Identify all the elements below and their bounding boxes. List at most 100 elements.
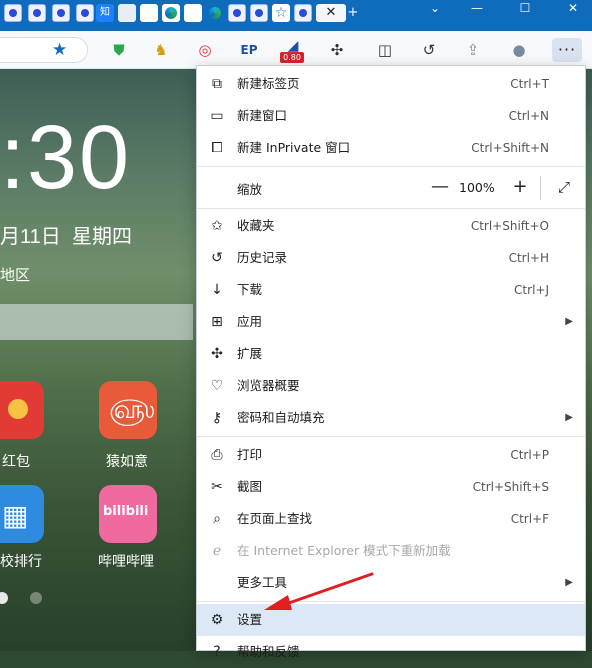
menu-item-favorites[interactable]: ✩ 收藏夹 Ctrl+Shift+O [197, 210, 585, 242]
help-icon: ? [213, 644, 221, 660]
address-bar[interactable]: ★ [0, 37, 88, 63]
profile-avatar[interactable]: ● [506, 38, 532, 62]
history-icon[interactable]: ↺ [416, 38, 442, 62]
swirl-icon: ௵ [109, 395, 155, 425]
app-label-hongbao[interactable]: 红包 [2, 451, 30, 471]
share-icon[interactable]: ⇪ [460, 38, 486, 62]
menu-item-downloads[interactable]: ↓ 下载 Ctrl+J [197, 274, 585, 306]
menu-item-find[interactable]: ⌕ 在页面上查找 Ctrl+F [197, 503, 585, 535]
tab-baidu-1[interactable] [4, 4, 22, 22]
settings-and-more-button[interactable]: ··· [552, 38, 582, 62]
menu-label: 新建窗口 [237, 108, 288, 123]
tab-search-chevron-icon[interactable]: ⌄ [418, 2, 452, 16]
weather-region[interactable]: 地区 [0, 264, 30, 285]
extension-bird-icon[interactable]: ♞ [148, 38, 174, 62]
menu-divider [197, 208, 585, 209]
find-on-page-icon: ⌕ [213, 511, 221, 527]
menu-shortcut: Ctrl+Shift+O [470, 219, 549, 233]
tab-close-icon[interactable]: ✕ [322, 4, 340, 22]
annotation-arrow-icon [264, 572, 374, 610]
menu-item-passwords[interactable]: ⚷ 密码和自动填充 ▶ [197, 402, 585, 434]
zoom-divider [540, 176, 541, 200]
menu-shortcut: Ctrl+P [510, 448, 549, 462]
printer-icon: ⎙ [211, 447, 223, 463]
submenu-arrow-icon: ▶ [565, 412, 573, 423]
clock-weekday: 星期四 [72, 226, 132, 248]
zoom-in-button[interactable]: + [509, 176, 531, 198]
new-tab-search-bar[interactable] [0, 304, 193, 340]
shield-extension-icon[interactable]: ⛊ [106, 38, 132, 62]
app-label-school-rank[interactable]: 校排行 [0, 551, 42, 571]
tab-edge-2[interactable] [206, 4, 224, 22]
settings-and-more-menu: ⧉ 新建标签页 Ctrl+T ▭ 新建窗口 Ctrl+N ⧠ 新建 InPriv… [196, 65, 586, 660]
tab-baidu-2[interactable] [28, 4, 46, 22]
new-tab-icon: ⧉ [212, 76, 222, 92]
bilibili-logo: bilibili [103, 504, 149, 519]
menu-label: 在 Internet Explorer 模式下重新加载 [237, 543, 451, 558]
app-yuanruyi-icon[interactable]: ௵ [99, 381, 157, 439]
menu-item-settings[interactable]: ⚙ 设置 [197, 604, 585, 636]
menu-shortcut: Ctrl+J [514, 283, 549, 297]
close-window-button[interactable]: ✕ [556, 2, 590, 16]
tab-baidu-4[interactable] [76, 4, 94, 22]
tab-edge-1[interactable] [162, 4, 180, 22]
school-building-icon: ▦ [2, 499, 29, 532]
tab-baidu-7[interactable] [294, 4, 312, 22]
internet-explorer-icon: ℯ [212, 543, 222, 559]
split-screen-icon[interactable]: ◫ [372, 38, 398, 62]
menu-item-extensions[interactable]: ✣ 扩展 [197, 338, 585, 370]
clock-time: :30 [0, 108, 132, 208]
zoom-label: 缩放 [237, 182, 263, 197]
maximize-button[interactable]: ☐ [508, 2, 542, 16]
menu-label: 截图 [237, 479, 263, 494]
tab-baidu-3[interactable] [52, 4, 70, 22]
app-hongbao-icon[interactable] [0, 381, 44, 439]
zoom-out-button[interactable]: — [429, 176, 451, 198]
menu-divider [197, 166, 585, 167]
menu-item-apps[interactable]: ⊞ 应用 ▶ [197, 306, 585, 338]
menu-item-more-tools[interactable]: 更多工具 ▶ [197, 567, 585, 599]
tab-blank-2[interactable] [184, 4, 202, 22]
menu-item-new-tab[interactable]: ⧉ 新建标签页 Ctrl+T [197, 68, 585, 100]
menu-label: 在页面上查找 [237, 511, 313, 526]
page-dot[interactable] [30, 592, 42, 604]
tab-baidu-5[interactable] [228, 4, 246, 22]
apps-icon: ⊞ [211, 314, 223, 330]
app-label-bilibili[interactable]: 哔哩哔哩 [98, 551, 154, 571]
menu-label: 扩展 [237, 346, 263, 361]
menu-item-new-window[interactable]: ▭ 新建窗口 Ctrl+N [197, 100, 585, 132]
menu-item-browser-essentials[interactable]: ♡ 浏览器概要 [197, 370, 585, 402]
menu-label: 帮助和反馈 [237, 644, 300, 659]
inprivate-icon: ⧠ [211, 140, 223, 156]
minimize-button[interactable]: — [460, 2, 494, 16]
tab-zhihu[interactable]: 知 [96, 4, 114, 22]
tab-baidu-6[interactable] [250, 4, 268, 22]
target-extension-icon[interactable]: ◎ [192, 38, 218, 62]
menu-label: 收藏夹 [237, 218, 275, 233]
menu-label: 应用 [237, 314, 263, 329]
submenu-arrow-icon: ▶ [565, 577, 573, 588]
menu-item-zoom: 缩放 — 100% + ⤢ [197, 170, 585, 206]
favorites-icon: ✩ [211, 218, 223, 234]
fullscreen-icon[interactable]: ⤢ [553, 176, 575, 198]
tab-generic-1[interactable] [118, 4, 136, 22]
app-label-yuanruyi[interactable]: 猿如意 [106, 451, 148, 471]
app-school-rank-icon[interactable]: ▦ [0, 485, 44, 543]
menu-label: 新建 InPrivate 窗口 [237, 140, 351, 155]
tab-blank-1[interactable] [140, 4, 158, 22]
speed-extension-icon[interactable]: ◢ 0.80 [280, 38, 306, 63]
menu-item-new-inprivate[interactable]: ⧠ 新建 InPrivate 窗口 Ctrl+Shift+N [197, 132, 585, 164]
menu-label: 下载 [237, 282, 263, 297]
menu-item-ie-reload: ℯ 在 Internet Explorer 模式下重新加载 [197, 535, 585, 567]
app-bilibili-icon[interactable]: bilibili [99, 485, 157, 543]
new-tab-button[interactable]: + [344, 4, 362, 22]
favorite-star-icon[interactable]: ★ [52, 40, 67, 60]
extensions-puzzle-icon[interactable]: ✣ [324, 38, 350, 62]
tab-star[interactable]: ☆ [272, 4, 290, 22]
tab-active[interactable]: ✕ [316, 4, 346, 22]
menu-item-help[interactable]: ? 帮助和反馈 [197, 636, 585, 668]
menu-item-screenshot[interactable]: ✂ 截图 Ctrl+Shift+S [197, 471, 585, 503]
ep-extension-icon[interactable]: EP [236, 38, 262, 62]
menu-item-history[interactable]: ↺ 历史记录 Ctrl+H [197, 242, 585, 274]
menu-item-print[interactable]: ⎙ 打印 Ctrl+P [197, 439, 585, 471]
